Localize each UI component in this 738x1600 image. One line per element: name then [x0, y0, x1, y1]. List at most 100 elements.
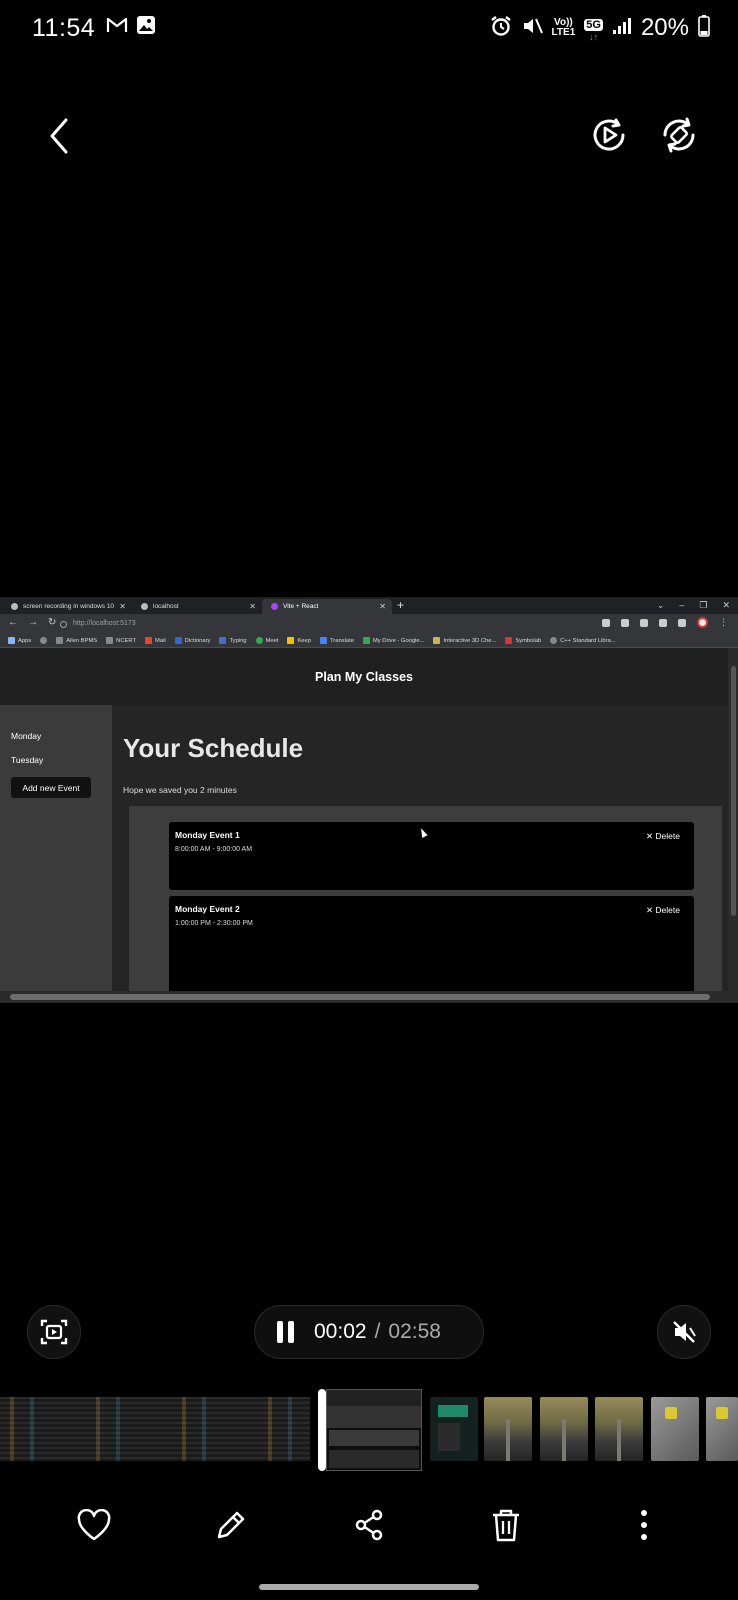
- toolbar-actions: ⋮: [602, 617, 728, 628]
- home-indicator[interactable]: [259, 1584, 479, 1590]
- site-info-icon[interactable]: [60, 620, 67, 628]
- bookmark-item[interactable]: Mail: [145, 637, 166, 644]
- tab-search-icon[interactable]: ⌄: [657, 597, 665, 614]
- tab-close-icon[interactable]: ✕: [379, 602, 386, 611]
- bookmark-item[interactable]: Apps: [8, 637, 31, 644]
- heart-icon: [77, 1509, 111, 1541]
- new-tab-icon[interactable]: +: [397, 598, 404, 612]
- total-time: 02:58: [388, 1320, 441, 1343]
- more-options-button[interactable]: [622, 1503, 666, 1547]
- restore-icon[interactable]: ❐: [699, 597, 707, 614]
- sidebar: Monday Tuesday Add new Event: [0, 705, 112, 991]
- forward-arrow-icon[interactable]: →: [28, 617, 38, 628]
- network-indicator: 5G ↓↑: [584, 18, 603, 42]
- event-title: Monday Event 1: [175, 830, 240, 840]
- mute-icon: [673, 1321, 696, 1343]
- browser-tab[interactable]: localhost ✕: [132, 599, 262, 614]
- timeline-thumbnail: [595, 1397, 643, 1461]
- add-new-event-button[interactable]: Add new Event: [11, 777, 91, 798]
- bookmark-item[interactable]: Keep: [287, 637, 311, 644]
- back-arrow-icon[interactable]: ←: [8, 617, 18, 628]
- page-title: Your Schedule: [123, 733, 304, 763]
- app-title: Plan My Classes: [315, 669, 413, 684]
- alarm-icon: [490, 15, 512, 42]
- dictionary-icon: [174, 637, 182, 644]
- close-icon: ✕: [645, 905, 656, 915]
- sidebar-item-monday[interactable]: Monday: [11, 731, 41, 741]
- bookmark-item[interactable]: Allen BPMS: [56, 637, 97, 644]
- sidebar-item-tuesday[interactable]: Tuesday: [11, 755, 43, 765]
- mute-icon: [521, 15, 543, 42]
- scrollbar-thumb[interactable]: [10, 994, 710, 1000]
- bookmark-item[interactable]: Typing: [219, 637, 247, 644]
- rotate-play-button[interactable]: [586, 112, 632, 158]
- favorite-button[interactable]: [72, 1503, 116, 1547]
- share-page-icon[interactable]: [602, 618, 610, 627]
- browser-tab-active[interactable]: Vite + React ✕: [262, 599, 392, 614]
- timeline-thumbnail: [540, 1397, 588, 1461]
- minimize-icon[interactable]: –: [679, 597, 684, 614]
- scrollbar-thumb[interactable]: [731, 666, 736, 916]
- address-bar[interactable]: http://localhost:5173: [60, 617, 600, 631]
- bookmark-item[interactable]: Symbolab: [505, 637, 541, 644]
- horizontal-scrollbar[interactable]: [0, 991, 738, 1003]
- battery-icon: [698, 14, 710, 42]
- timeline-playhead[interactable]: [318, 1389, 326, 1471]
- bookmark-item[interactable]: C++ Standard Libra...: [550, 637, 616, 644]
- delete-button[interactable]: [484, 1503, 528, 1547]
- back-button[interactable]: [40, 114, 80, 158]
- tab-close-icon[interactable]: ✕: [119, 602, 126, 611]
- edit-icon: [217, 1511, 245, 1539]
- share-button[interactable]: [347, 1503, 391, 1547]
- gmail-icon: [106, 16, 128, 39]
- browser-toolbar: ← → ↻ http://localhost:5173 ⋮: [0, 614, 738, 634]
- typing-icon: [219, 637, 227, 644]
- bookmark-item[interactable]: My Drive - Google...: [362, 637, 424, 644]
- delete-icon: [493, 1509, 519, 1542]
- bookmark-item[interactable]: NCERT: [106, 637, 136, 644]
- menu-icon[interactable]: ⋮: [719, 617, 728, 628]
- globe-icon: [550, 637, 558, 644]
- translate-icon: [319, 637, 327, 644]
- event-time: 1:00:00 PM - 2:30:00 PM: [175, 920, 253, 927]
- event-time: 8:00:00 AM - 9:00:00 AM: [175, 846, 253, 853]
- video-timeline[interactable]: [0, 1389, 738, 1479]
- bookmark-star-icon[interactable]: [621, 618, 629, 627]
- current-time: 00:02: [314, 1320, 367, 1343]
- profile-avatar[interactable]: [697, 617, 708, 628]
- gmail-icon: [145, 637, 153, 644]
- more-icon: [641, 1510, 647, 1540]
- current-clip-thumbnail: [326, 1389, 422, 1471]
- extension-icon[interactable]: [659, 618, 667, 627]
- vertical-scrollbar[interactable]: [728, 648, 738, 991]
- tab-favicon-icon: [141, 603, 148, 610]
- bookmark-item[interactable]: Dictionary: [174, 637, 210, 644]
- edit-button[interactable]: [209, 1503, 253, 1547]
- bookmark-item[interactable]: Meet: [255, 637, 278, 644]
- timeline-thumbnail: [430, 1397, 478, 1461]
- timeline-thumbnail: [651, 1397, 699, 1461]
- bookmark-item[interactable]: [40, 637, 48, 644]
- pause-icon[interactable]: [277, 1321, 294, 1343]
- extension-icon[interactable]: [640, 618, 648, 627]
- bookmark-favicon-icon: [433, 637, 441, 644]
- video-frame[interactable]: screen recording in windows 10 ✕ localho…: [0, 597, 738, 1003]
- reload-icon[interactable]: ↻: [48, 617, 56, 628]
- close-window-icon[interactable]: ✕: [722, 597, 730, 614]
- volte-indicator: Vo)) LTE1: [551, 17, 576, 38]
- browser-tab[interactable]: screen recording in windows 10 ✕: [2, 599, 132, 614]
- bookmark-favicon-icon: [56, 637, 64, 644]
- auto-rotate-button[interactable]: [656, 112, 702, 158]
- bookmark-item[interactable]: Interactive 3D Che...: [433, 637, 496, 644]
- delete-event-button[interactable]: ✕ Delete: [646, 831, 680, 842]
- tab-close-icon[interactable]: ✕: [249, 602, 256, 611]
- app-header: Plan My Classes: [0, 648, 728, 705]
- web-page: Plan My Classes Monday Tuesday Add new E…: [0, 648, 728, 991]
- mute-button[interactable]: [657, 1305, 711, 1359]
- screen-capture-button[interactable]: [27, 1305, 81, 1359]
- bookmark-item[interactable]: Translate: [319, 637, 354, 644]
- status-time: 11:54: [32, 14, 96, 42]
- delete-event-button[interactable]: ✕ Delete: [646, 905, 680, 916]
- sidebar-icon[interactable]: [678, 618, 686, 627]
- symbolab-icon: [505, 637, 513, 644]
